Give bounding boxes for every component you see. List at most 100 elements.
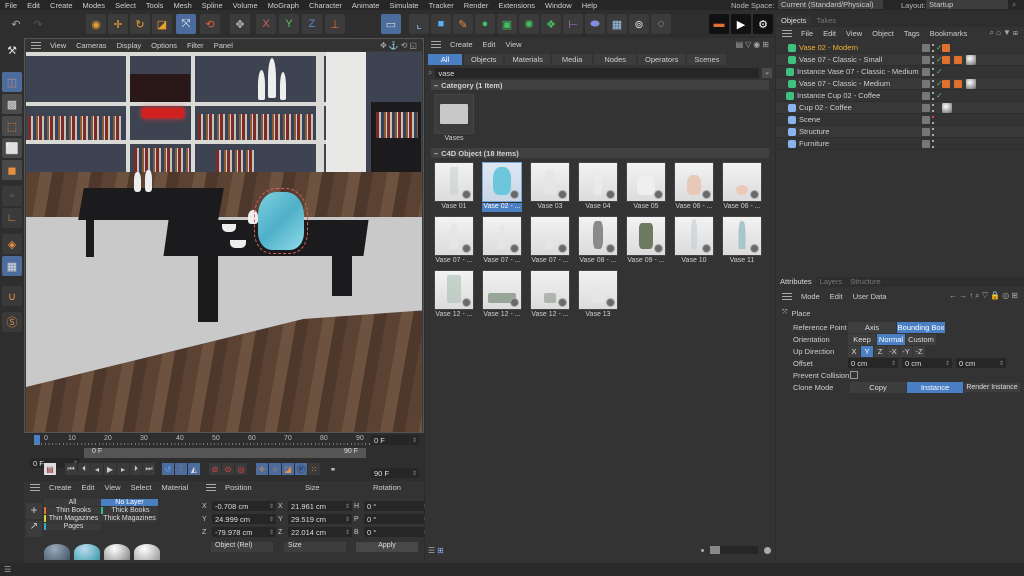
- layer-thick-books[interactable]: Thick Books: [101, 507, 158, 514]
- reference-bounding-box-option[interactable]: Bounding Box: [897, 321, 945, 333]
- workplane-icon[interactable]: ◈: [2, 234, 22, 254]
- place-tool-icon[interactable]: ⤧: [176, 14, 196, 34]
- visibility-dots[interactable]: [932, 115, 934, 124]
- mat-menu-edit[interactable]: Edit: [77, 483, 100, 492]
- mograph-icon[interactable]: ❖: [541, 14, 561, 34]
- sound-icon[interactable]: ◭: [188, 463, 200, 475]
- go-to-start-icon[interactable]: ⏮: [65, 463, 77, 475]
- viewport-menu-icon[interactable]: [31, 41, 41, 49]
- visibility-dots[interactable]: [932, 91, 934, 100]
- x-axis-lock-icon[interactable]: X: [256, 14, 276, 34]
- object-tag-icon[interactable]: [942, 102, 952, 113]
- size-x-field[interactable]: 21.961 cm: [288, 501, 352, 511]
- object-tag-icon[interactable]: [954, 79, 962, 88]
- object-row[interactable]: Scene: [776, 114, 1024, 126]
- clone-instance-option[interactable]: Instance: [907, 381, 963, 393]
- asset-item[interactable]: Vase 01: [434, 162, 474, 212]
- visibility-dots[interactable]: [932, 55, 934, 64]
- size-z-field[interactable]: 22.014 cm: [288, 527, 352, 537]
- node-space-select[interactable]: Current (Standard/Physical): [778, 0, 883, 9]
- polygons-mode-icon[interactable]: ◼: [2, 160, 22, 180]
- next-key-icon[interactable]: ⏵: [130, 463, 142, 475]
- category-header[interactable]: – Category (1 Item): [431, 80, 769, 90]
- end-frame-field[interactable]: 90 F: [371, 468, 419, 478]
- thumbnail-size-slider[interactable]: [710, 546, 758, 554]
- object-row[interactable]: Vase 07 - Classic - Small ✓: [776, 54, 1024, 66]
- redo-icon[interactable]: ↷: [28, 14, 48, 34]
- tab-attributes[interactable]: Attributes: [776, 277, 816, 287]
- menu-render[interactable]: Render: [459, 1, 494, 10]
- deformer-icon[interactable]: ⊢: [563, 14, 583, 34]
- menu-window[interactable]: Window: [540, 1, 577, 10]
- cube-icon[interactable]: ■: [431, 14, 451, 34]
- object-tag-icon[interactable]: [942, 43, 950, 52]
- object-row[interactable]: Cup 02 - Coffee: [776, 102, 1024, 114]
- viewport-menu-filter[interactable]: Filter: [182, 41, 209, 50]
- list-view-icon[interactable]: ☰: [428, 546, 435, 555]
- undo-icon[interactable]: ↶: [6, 14, 26, 34]
- axis-mode-icon[interactable]: ∟: [2, 208, 22, 228]
- move-tool-icon[interactable]: ✛: [108, 14, 128, 34]
- object-tag-icon[interactable]: [942, 79, 950, 88]
- viewport-menu-cameras[interactable]: Cameras: [71, 41, 111, 50]
- asset-item[interactable]: Vase 02 - ...: [482, 162, 522, 212]
- pen-spline-icon[interactable]: ✎: [453, 14, 473, 34]
- light-icon[interactable]: ◌: [651, 14, 671, 34]
- prevent-collision-checkbox[interactable]: [850, 371, 858, 379]
- expand-icon[interactable]: ↗: [26, 521, 42, 537]
- size-y-field[interactable]: 29.519 cm: [288, 514, 352, 524]
- go-to-end-icon[interactable]: ⏭: [143, 463, 155, 475]
- visibility-dots[interactable]: [932, 103, 934, 112]
- grid-view-icon[interactable]: ⊞: [437, 546, 444, 555]
- menu-create[interactable]: Create: [45, 1, 78, 10]
- subdivision-icon[interactable]: ●: [475, 14, 495, 34]
- objects-menu-icon[interactable]: [782, 29, 792, 37]
- status-menu-icon[interactable]: ☰: [4, 565, 11, 574]
- apply-button[interactable]: Apply: [356, 542, 418, 552]
- viewport-nav-icons[interactable]: ✥⚓⟲◱: [380, 41, 419, 50]
- menu-extensions[interactable]: Extensions: [493, 1, 540, 10]
- coordinate-mode-select[interactable]: Object (Rel): [211, 542, 273, 552]
- material-menu-icon[interactable]: [30, 483, 40, 491]
- up-z-option[interactable]: Z: [874, 345, 886, 357]
- obj-menu-bookmarks[interactable]: Bookmarks: [925, 29, 973, 38]
- layer-toggle[interactable]: [922, 115, 930, 124]
- up-neg-x-option[interactable]: -X: [887, 345, 899, 357]
- key-scale-icon[interactable]: ◪: [282, 463, 294, 475]
- rotation-h-field[interactable]: 0 °: [364, 501, 430, 511]
- 3d-scene-render[interactable]: [26, 52, 422, 432]
- transform-tool-icon[interactable]: ⟲: [200, 14, 220, 34]
- object-tag-icon[interactable]: [954, 55, 962, 64]
- tab-nodes[interactable]: Nodes: [594, 54, 636, 65]
- asset-item[interactable]: Vase 10: [674, 216, 714, 266]
- extrude-icon[interactable]: ▣: [497, 14, 517, 34]
- asset-panel-icons[interactable]: ▤▽◉⊞: [736, 40, 771, 49]
- material-swatch[interactable]: [134, 544, 160, 560]
- previous-frame-icon[interactable]: ◂: [91, 463, 103, 475]
- orientation-normal-option[interactable]: Normal: [877, 333, 905, 345]
- viewport-menu-display[interactable]: Display: [112, 41, 147, 50]
- obj-menu-view[interactable]: View: [841, 29, 867, 38]
- menu-simulate[interactable]: Simulate: [384, 1, 423, 10]
- search-options-chevron-icon[interactable]: ⌄: [762, 68, 772, 78]
- menu-mograph[interactable]: MoGraph: [263, 1, 304, 10]
- orientation-keep-option[interactable]: Keep: [848, 333, 876, 345]
- y-axis-lock-icon[interactable]: Y: [279, 14, 299, 34]
- offset-z-field[interactable]: 0 cm: [956, 358, 1006, 368]
- object-tag-icon[interactable]: [966, 78, 976, 89]
- reference-axis-option[interactable]: Axis: [848, 321, 896, 333]
- tab-scenes[interactable]: Scenes: [687, 54, 727, 65]
- layer-toggle[interactable]: [922, 79, 930, 88]
- layer-toggle[interactable]: [922, 67, 930, 76]
- viewport-menu-options[interactable]: Options: [146, 41, 182, 50]
- mat-menu-select[interactable]: Select: [126, 483, 157, 492]
- make-editable-icon[interactable]: ⚒: [2, 40, 22, 60]
- mat-menu-view[interactable]: View: [99, 483, 125, 492]
- menu-animate[interactable]: Animate: [347, 1, 385, 10]
- rotation-b-field[interactable]: 0 °: [364, 527, 430, 537]
- clone-copy-option[interactable]: Copy: [850, 381, 906, 393]
- visibility-dots[interactable]: [932, 79, 934, 88]
- menu-spline[interactable]: Spline: [197, 1, 228, 10]
- viewport-menu-panel[interactable]: Panel: [209, 41, 238, 50]
- menu-mesh[interactable]: Mesh: [168, 1, 196, 10]
